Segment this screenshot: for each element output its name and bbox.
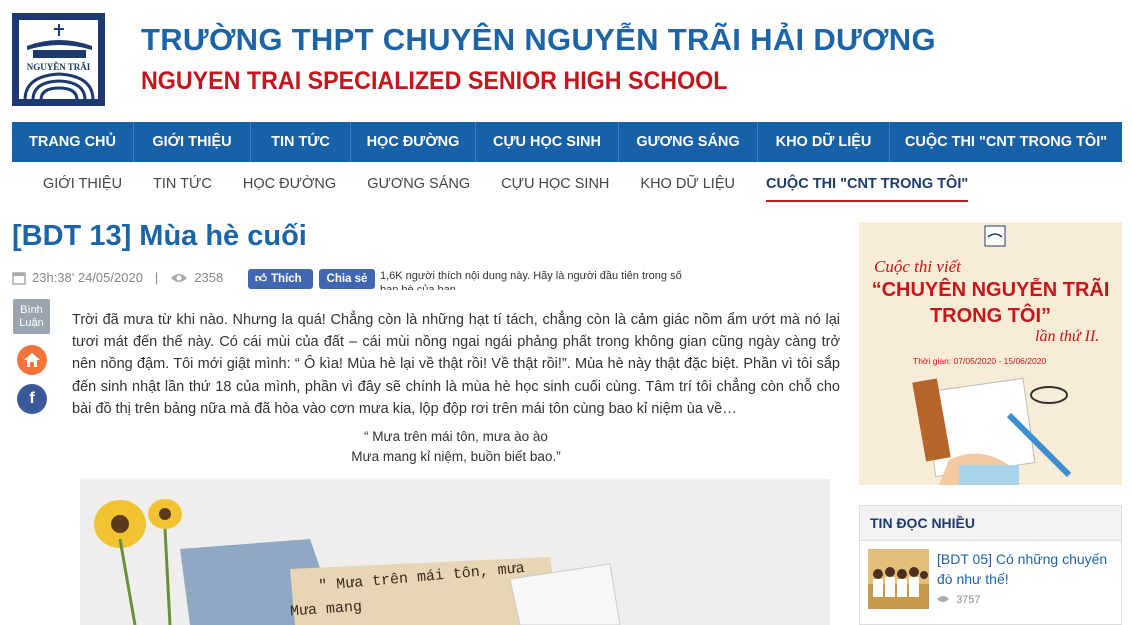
share-label: Chia sẻ	[326, 273, 368, 285]
contest-logo-icon	[984, 225, 1006, 247]
meta-separator: |	[154, 270, 159, 285]
sub-navigation: GIỚI THIỆU TIN TỨC HỌC ĐƯỜNG GƯƠNG SÁNG …	[28, 176, 969, 202]
most-read-widget: TIN ĐỌC NHIỀU [BDT 05] Có những chuyến đ…	[859, 505, 1122, 625]
subnav-item-contest[interactable]: CUỘC THI "CNT TRONG TÔI"	[765, 176, 969, 202]
poster-line-1: Cuộc thi viết	[874, 257, 961, 276]
subnav-item-about[interactable]: GIỚI THIỆU	[43, 176, 122, 202]
class-photo-illustration	[868, 549, 929, 609]
article-image: " Mưa trên mái tôn, mưa Mưa mang	[80, 479, 830, 625]
nav-item-school-life[interactable]: HỌC ĐƯỜNG	[351, 122, 476, 162]
nav-item-about[interactable]: GIỚI THIỆU	[134, 122, 251, 162]
school-logo[interactable]: NGUYỄN TRÃI	[12, 13, 105, 106]
facebook-icon: f	[29, 390, 35, 407]
thumbs-up-icon: 👍︎	[255, 273, 268, 285]
article-paragraph: Trời đã mưa từ khi nào. Nhưng la quá! Ch…	[72, 312, 840, 417]
nav-item-alumni[interactable]: CỰU HỌC SINH	[476, 122, 619, 162]
subnav-item-school-life[interactable]: HỌC ĐƯỜNG	[243, 176, 336, 202]
main-navigation: TRANG CHỦ GIỚI THIỆU TIN TỨC HỌC ĐƯỜNG C…	[12, 122, 1122, 162]
most-read-views: 3757	[937, 594, 981, 606]
collage-illustration	[94, 499, 621, 625]
most-read-header: TIN ĐỌC NHIỀU	[860, 506, 1121, 541]
facebook-like-count-text: 1,6K người thích nội dung này. Hãy là ng…	[380, 270, 682, 290]
poster-title-line-2: TRONG TÔI”	[929, 305, 1052, 327]
home-icon	[24, 353, 40, 367]
most-read-view-count: 3757	[956, 594, 981, 606]
poster-title-line-1: “CHUYÊN NGUYỄN TRÃI	[871, 279, 1110, 301]
nav-item-news[interactable]: TIN TỨC	[251, 122, 351, 162]
writing-desk-illustration	[912, 377, 1072, 485]
eye-icon	[171, 273, 188, 282]
quote-line-1: “ Mưa trên mái tôn, mưa ào ào	[364, 429, 548, 444]
calendar-icon	[12, 271, 26, 285]
article-body: Trời đã mưa từ khi nào. Nhưng la quá! Ch…	[72, 309, 840, 420]
facebook-share-icon-button[interactable]: f	[17, 384, 47, 414]
comment-button[interactable]: Bình Luận	[13, 299, 50, 334]
nav-item-role-models[interactable]: GƯƠNG SÁNG	[619, 122, 758, 162]
most-read-article-title[interactable]: [BDT 05] Có những chuyến đò như thế!	[937, 549, 1117, 589]
subnav-item-news[interactable]: TIN TỨC	[153, 176, 212, 202]
logo-text: NGUYỄN TRÃI	[26, 62, 91, 72]
home-button[interactable]	[17, 345, 47, 375]
article-views: 2358	[194, 270, 224, 285]
nav-item-home[interactable]: TRANG CHỦ	[12, 122, 134, 162]
article-quote: “ Mưa trên mái tôn, mưa ào ào Mưa mang k…	[72, 427, 840, 467]
school-name-english[interactable]: NGUYEN TRAI SPECIALIZED SENIOR HIGH SCHO…	[141, 67, 727, 96]
contest-poster-banner[interactable]: Cuộc thi viết “CHUYÊN NGUYỄN TRÃI TRONG …	[859, 222, 1122, 485]
nav-item-data-store[interactable]: KHO DỮ LIỆU	[758, 122, 890, 162]
article-title: [BDT 13] Mùa hè cuối	[12, 220, 307, 252]
article-datetime: 23h:38' 24/05/2020	[32, 270, 143, 285]
nav-item-contest[interactable]: CUỘC THI "CNT TRONG TÔI"	[890, 122, 1122, 162]
most-read-thumbnail[interactable]	[868, 549, 929, 609]
facebook-like-button[interactable]: 👍︎ Thích	[248, 269, 313, 289]
subnav-item-role-models[interactable]: GƯƠNG SÁNG	[367, 176, 470, 202]
poster-edition: lần thứ II.	[1035, 328, 1100, 345]
article-meta: 23h:38' 24/05/2020 | 2358	[12, 270, 223, 285]
school-name-vietnamese[interactable]: TRƯỜNG THPT CHUYÊN NGUYỄN TRÃI HẢI DƯƠNG	[141, 22, 936, 58]
facebook-share-button[interactable]: Chia sẻ	[319, 269, 375, 289]
poster-title: “CHUYÊN NGUYỄN TRÃI TRONG TÔI”	[859, 277, 1122, 329]
eye-icon	[937, 596, 949, 602]
quote-line-2: Mưa mang kỉ niệm, buồn biết bao.”	[351, 449, 561, 464]
like-label: Thích	[271, 273, 302, 285]
subnav-item-alumni[interactable]: CỰU HỌC SINH	[501, 176, 609, 202]
logo-emblem-icon	[23, 24, 95, 101]
subnav-item-data-store[interactable]: KHO DỮ LIỆU	[640, 176, 735, 202]
